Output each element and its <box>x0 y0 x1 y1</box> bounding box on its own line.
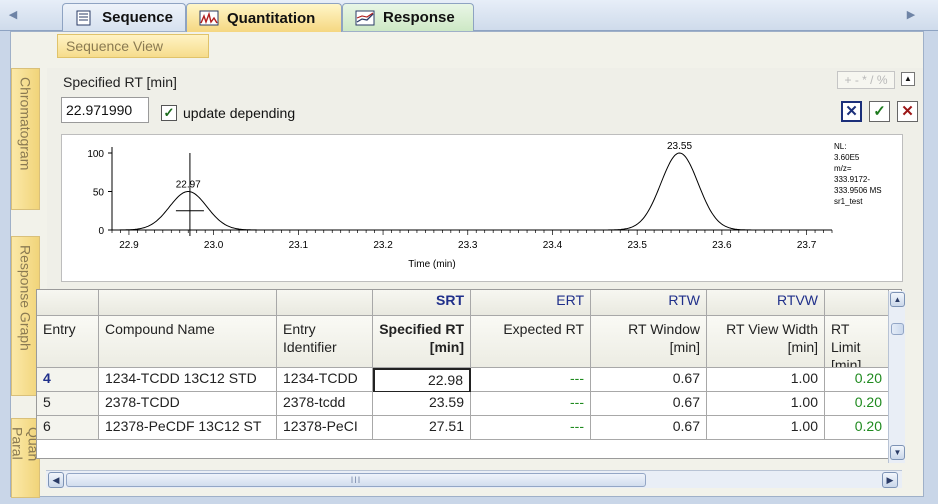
row-rt-window[interactable]: 0.67 <box>591 416 707 440</box>
x-tick-label: 23.2 <box>373 240 393 251</box>
row-expected-rt[interactable]: --- <box>471 416 591 440</box>
x-axis-label: Time (min) <box>408 259 455 270</box>
row-compound-name[interactable]: 2378-TCDD <box>99 392 277 416</box>
side-tab-chromatogram[interactable]: Chromatogram <box>11 68 40 210</box>
chromatogram-peak-icon <box>199 10 219 26</box>
row-compound-name[interactable]: 12378-PeCDF 13C12 ST <box>99 416 277 440</box>
chromatogram-trace <box>112 152 832 231</box>
tab-response-label: Response <box>383 9 455 26</box>
row-rt-limit[interactable]: 0.20 <box>825 416 889 440</box>
row-rt-limit[interactable]: 0.20 <box>825 368 889 392</box>
chromatogram-svg: 100 50 0 22.9 23.0 23.1 23.2 23.3 23.4 23.5 23.6 23… <box>87 141 882 270</box>
header-rt-limit[interactable]: RT Limit [min] <box>825 316 889 368</box>
tab-scroll-right-icon[interactable]: ▶ <box>904 7 918 23</box>
x-tick-label: 23.1 <box>289 240 309 251</box>
trace-info-line: sr1_test <box>834 197 863 206</box>
trace-info-line: 333.9172- <box>834 175 870 184</box>
row-rt-view-width[interactable]: 1.00 <box>707 416 825 440</box>
specified-rt-label: Specified RT [min] <box>63 74 177 90</box>
x-tick-label: 23.6 <box>712 240 732 251</box>
header-entry[interactable]: Entry <box>37 316 99 368</box>
compound-table: SRT ERT RTW RTVW Entry Compound Name Ent… <box>36 289 902 459</box>
row-rt-window[interactable]: 0.67 <box>591 392 707 416</box>
header-compound-name[interactable]: Compound Name <box>99 316 277 368</box>
top-header-srt[interactable]: SRT <box>373 290 471 316</box>
top-header-blank-entry <box>37 290 99 316</box>
table-horizontal-scrollbar[interactable]: ◀ III ▶ <box>46 470 902 488</box>
x-tick-label: 23.0 <box>204 240 224 251</box>
row-specified-rt[interactable]: 23.59 <box>373 392 471 416</box>
peak-label: 22.97 <box>176 180 201 191</box>
header-specified-rt[interactable]: Specified RT [min] <box>373 316 471 368</box>
peak-label: 23.55 <box>667 141 692 152</box>
row-entry-number[interactable]: 4 <box>37 368 99 392</box>
row-rt-view-width[interactable]: 1.00 <box>707 392 825 416</box>
header-entry-identifier[interactable]: Entry Identifier <box>277 316 373 368</box>
collapse-up-icon[interactable]: ▲ <box>901 72 915 86</box>
tab-strip: ◀ ▶ Sequence Quantitation Response <box>0 0 938 32</box>
top-header-rtw[interactable]: RTW <box>591 290 707 316</box>
row-rt-limit[interactable]: 0.20 <box>825 392 889 416</box>
tab-response[interactable]: Response <box>342 3 474 31</box>
trace-info-line: NL: <box>834 142 846 151</box>
header-rt-window[interactable]: RT Window [min] <box>591 316 707 368</box>
update-depending-label: update depending <box>183 105 296 121</box>
vertical-scroll-thumb[interactable] <box>891 323 904 335</box>
header-expected-rt[interactable]: Expected RT <box>471 316 591 368</box>
horizontal-scroll-thumb[interactable]: III <box>66 473 646 487</box>
y-tick-label: 100 <box>87 149 104 160</box>
top-header-blank-id <box>277 290 373 316</box>
trace-info-line: m/z= <box>834 164 852 173</box>
specified-rt-input[interactable]: 22.971990 <box>61 97 149 123</box>
trace-info-line: 3.60E5 <box>834 153 860 162</box>
top-header-blank-compound <box>99 290 277 316</box>
row-specified-rt[interactable]: 27.51 <box>373 416 471 440</box>
chromatogram-view: Specified RT [min] 22.971990 ✓ update de… <box>47 68 923 336</box>
row-entry-identifier[interactable]: 1234-TCDD <box>277 368 373 392</box>
sequence-list-icon <box>75 10 94 26</box>
tab-sequence-label: Sequence <box>102 9 173 26</box>
x-tick-label: 22.9 <box>119 240 139 251</box>
reset-x-button[interactable]: ✕ <box>841 101 862 122</box>
tab-quantitation[interactable]: Quantitation <box>186 3 342 32</box>
x-tick-label: 23.3 <box>458 240 478 251</box>
chromatogram-plot[interactable]: 100 50 0 22.9 23.0 23.1 23.2 23.3 23.4 23.5 23.6 23… <box>61 134 903 282</box>
row-rt-window[interactable]: 0.67 <box>591 368 707 392</box>
update-depending-checkbox[interactable]: ✓ <box>161 105 177 121</box>
format-operators-box[interactable]: + - * / % <box>837 71 895 89</box>
response-graph-icon <box>355 10 375 26</box>
scroll-down-icon[interactable]: ▼ <box>890 445 905 460</box>
x-tick-label: 23.4 <box>543 240 563 251</box>
row-entry-identifier[interactable]: 12378-PeCI <box>277 416 373 440</box>
cancel-button[interactable]: ✕ <box>897 101 918 122</box>
top-header-ert[interactable]: ERT <box>471 290 591 316</box>
top-header-rtvw[interactable]: RTVW <box>707 290 825 316</box>
row-expected-rt[interactable]: --- <box>471 392 591 416</box>
row-rt-view-width[interactable]: 1.00 <box>707 368 825 392</box>
accept-button[interactable]: ✓ <box>869 101 890 122</box>
tab-quantitation-label: Quantitation <box>227 9 316 27</box>
scroll-left-icon[interactable]: ◀ <box>48 472 64 488</box>
row-entry-number[interactable]: 6 <box>37 416 99 440</box>
scroll-right-icon[interactable]: ▶ <box>882 472 898 488</box>
row-specified-rt-selected[interactable]: 22.98 <box>373 368 471 393</box>
quantitation-window: ◀ ▶ Sequence Quantitation Response Seque… <box>0 0 938 504</box>
y-tick-label: 0 <box>98 226 104 237</box>
trace-info-line: 333.9506 MS <box>834 186 882 195</box>
sequence-view-button[interactable]: Sequence View <box>57 34 209 58</box>
tab-scroll-left-icon[interactable]: ◀ <box>6 7 20 23</box>
row-entry-identifier[interactable]: 2378-tcdd <box>277 392 373 416</box>
table-vertical-scrollbar[interactable]: ▲ ▼ <box>888 291 905 463</box>
x-tick-label: 23.7 <box>797 240 817 251</box>
tab-sequence[interactable]: Sequence <box>62 3 186 31</box>
row-entry-number[interactable]: 5 <box>37 392 99 416</box>
scroll-up-icon[interactable]: ▲ <box>890 292 905 307</box>
header-rt-view-width[interactable]: RT View Width [min] <box>707 316 825 368</box>
row-expected-rt[interactable]: --- <box>471 368 591 392</box>
row-compound-name[interactable]: 1234-TCDD 13C12 STD <box>99 368 277 392</box>
x-tick-label: 23.5 <box>627 240 647 251</box>
top-header-blank-limit <box>825 290 889 316</box>
y-tick-label: 50 <box>93 188 105 199</box>
